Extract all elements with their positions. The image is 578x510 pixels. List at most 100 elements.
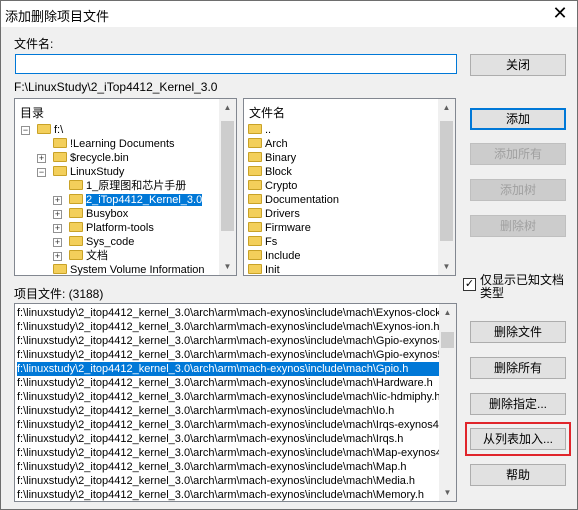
- tree-item[interactable]: Busybox: [69, 207, 128, 221]
- tree-expander-icon[interactable]: +: [37, 154, 46, 163]
- directory-header: 目录: [20, 106, 45, 120]
- scroll-up-icon[interactable]: ▲: [438, 99, 455, 116]
- tree-expander-icon[interactable]: +: [53, 196, 62, 205]
- scroll-up-icon[interactable]: ▲: [219, 99, 236, 116]
- folder-icon: [248, 222, 262, 232]
- directory-scrollbar[interactable]: ▲ ▼: [219, 99, 236, 275]
- file-list-label: Init: [265, 264, 280, 276]
- project-file-row[interactable]: f:\linuxstudy\2_itop4412_kernel_3.0\arch…: [17, 460, 453, 474]
- file-list-label: Block: [265, 166, 292, 178]
- filename-input[interactable]: [15, 54, 457, 74]
- file-list-item[interactable]: Firmware: [248, 221, 311, 235]
- delete-file-button[interactable]: 删除文件: [470, 321, 566, 343]
- file-list-label: Arch: [265, 138, 288, 150]
- tree-item[interactable]: System Volume Information: [53, 263, 205, 276]
- file-list-header: 文件名: [249, 106, 286, 120]
- delete-all-button[interactable]: 删除所有: [470, 357, 566, 379]
- file-list-item[interactable]: Include: [248, 249, 300, 263]
- tree-expander-icon[interactable]: +: [53, 252, 62, 261]
- project-file-row[interactable]: f:\linuxstudy\2_itop4412_kernel_3.0\arch…: [17, 446, 453, 460]
- project-file-row[interactable]: f:\linuxstudy\2_itop4412_kernel_3.0\arch…: [17, 348, 453, 362]
- tree-item[interactable]: Platform-tools: [69, 221, 154, 235]
- project-file-row[interactable]: f:\linuxstudy\2_itop4412_kernel_3.0\arch…: [17, 404, 453, 418]
- file-list-item[interactable]: Arch: [248, 137, 288, 151]
- file-list-item[interactable]: Drivers: [248, 207, 300, 221]
- scroll-down-icon[interactable]: ▼: [219, 258, 236, 275]
- project-file-row[interactable]: f:\linuxstudy\2_itop4412_kernel_3.0\arch…: [17, 488, 453, 501]
- file-list-label: Drivers: [265, 208, 300, 220]
- directory-tree[interactable]: 目录 − f:\ !Learning Documents + $recycle.bin −…: [14, 98, 237, 276]
- add-button[interactable]: 添加: [470, 108, 566, 130]
- tree-expander-icon[interactable]: +: [53, 238, 62, 247]
- current-path: F:\LinuxStudy\2_iTop4412_Kernel_3.0: [14, 80, 218, 94]
- project-files-label: 项目文件: (3188): [14, 287, 104, 301]
- project-file-row[interactable]: f:\linuxstudy\2_itop4412_kernel_3.0\arch…: [17, 390, 453, 404]
- file-list-item[interactable]: Block: [248, 165, 292, 179]
- folder-icon: [69, 250, 83, 260]
- scroll-up-icon[interactable]: ▲: [439, 304, 456, 321]
- project-file-row[interactable]: f:\linuxstudy\2_itop4412_kernel_3.0\arch…: [17, 362, 453, 376]
- project-files-list[interactable]: f:\linuxstudy\2_itop4412_kernel_3.0\arch…: [14, 303, 457, 502]
- scroll-down-icon[interactable]: ▼: [439, 484, 456, 501]
- project-files-scrollbar[interactable]: ▲ ▼: [439, 304, 456, 501]
- folder-icon: [69, 236, 83, 246]
- folder-icon: [248, 208, 262, 218]
- project-file-row[interactable]: f:\linuxstudy\2_itop4412_kernel_3.0\arch…: [17, 334, 453, 348]
- show-known-types-checkbox[interactable]: ✓: [463, 278, 476, 291]
- close-button[interactable]: 关闭: [470, 54, 566, 76]
- tree-item-label: Platform-tools: [86, 222, 154, 234]
- tree-expander-icon[interactable]: +: [53, 224, 62, 233]
- file-list-item[interactable]: Documentation: [248, 193, 339, 207]
- file-list-item[interactable]: Crypto: [248, 179, 297, 193]
- tree-item[interactable]: LinuxStudy: [53, 165, 124, 179]
- project-file-row[interactable]: f:\linuxstudy\2_itop4412_kernel_3.0\arch…: [17, 418, 453, 432]
- project-file-row[interactable]: f:\linuxstudy\2_itop4412_kernel_3.0\arch…: [17, 474, 453, 488]
- project-file-row[interactable]: f:\linuxstudy\2_itop4412_kernel_3.0\arch…: [17, 320, 453, 334]
- tree-item-label: System Volume Information: [70, 264, 205, 276]
- file-list-label: ..: [265, 124, 272, 136]
- folder-icon: [248, 264, 262, 274]
- folder-icon: [37, 124, 51, 134]
- scroll-down-icon[interactable]: ▼: [438, 258, 455, 275]
- tree-item[interactable]: 2_iTop4412_Kernel_3.0: [69, 193, 203, 207]
- folder-icon: [53, 166, 67, 176]
- file-list-item[interactable]: Init: [248, 263, 280, 276]
- project-file-row[interactable]: f:\linuxstudy\2_itop4412_kernel_3.0\arch…: [17, 376, 453, 390]
- project-file-row[interactable]: f:\linuxstudy\2_itop4412_kernel_3.0\arch…: [17, 306, 453, 320]
- file-list-label: Include: [265, 250, 301, 262]
- tree-expander-icon[interactable]: −: [21, 126, 30, 135]
- file-list[interactable]: 文件名 .. Arch Binary Block Crypto Documentation…: [243, 98, 456, 276]
- tree-item-label: f:\: [54, 124, 64, 136]
- add-from-list-button[interactable]: 从列表加入...: [470, 428, 566, 450]
- scroll-thumb[interactable]: [440, 121, 453, 241]
- tree-expander-icon[interactable]: +: [53, 210, 62, 219]
- close-icon[interactable]: ✕: [543, 1, 577, 27]
- folder-icon: [248, 124, 262, 134]
- delete-specified-button[interactable]: 删除指定...: [470, 393, 566, 415]
- scroll-thumb[interactable]: [221, 121, 234, 231]
- file-list-item[interactable]: Fs: [248, 235, 277, 249]
- project-file-row[interactable]: f:\linuxstudy\2_itop4412_kernel_3.0\arch…: [17, 432, 453, 446]
- tree-item[interactable]: 文档: [69, 249, 108, 263]
- tree-item[interactable]: $recycle.bin: [53, 151, 129, 165]
- tree-item-label: 2_iTop4412_Kernel_3.0: [86, 194, 203, 206]
- scroll-thumb[interactable]: [441, 332, 454, 348]
- folder-icon: [248, 236, 262, 246]
- tree-expander-icon[interactable]: −: [37, 168, 46, 177]
- help-button[interactable]: 帮助: [470, 464, 566, 486]
- file-list-scrollbar[interactable]: ▲ ▼: [438, 99, 455, 275]
- folder-icon: [69, 222, 83, 232]
- tree-item[interactable]: f:\: [37, 123, 63, 137]
- tree-item-label: !Learning Documents: [70, 138, 175, 150]
- folder-icon: [69, 180, 83, 190]
- file-list-label: Crypto: [265, 180, 298, 192]
- tree-item[interactable]: !Learning Documents: [53, 137, 175, 151]
- delete-tree-button[interactable]: 删除树: [470, 215, 566, 237]
- add-all-button[interactable]: 添加所有: [470, 143, 566, 165]
- tree-item[interactable]: 1_原理图和芯片手册: [69, 179, 186, 193]
- add-tree-button[interactable]: 添加树: [470, 179, 566, 201]
- file-list-item[interactable]: Binary: [248, 151, 296, 165]
- tree-item[interactable]: Sys_code: [69, 235, 134, 249]
- file-list-item[interactable]: ..: [248, 123, 271, 137]
- folder-icon: [69, 208, 83, 218]
